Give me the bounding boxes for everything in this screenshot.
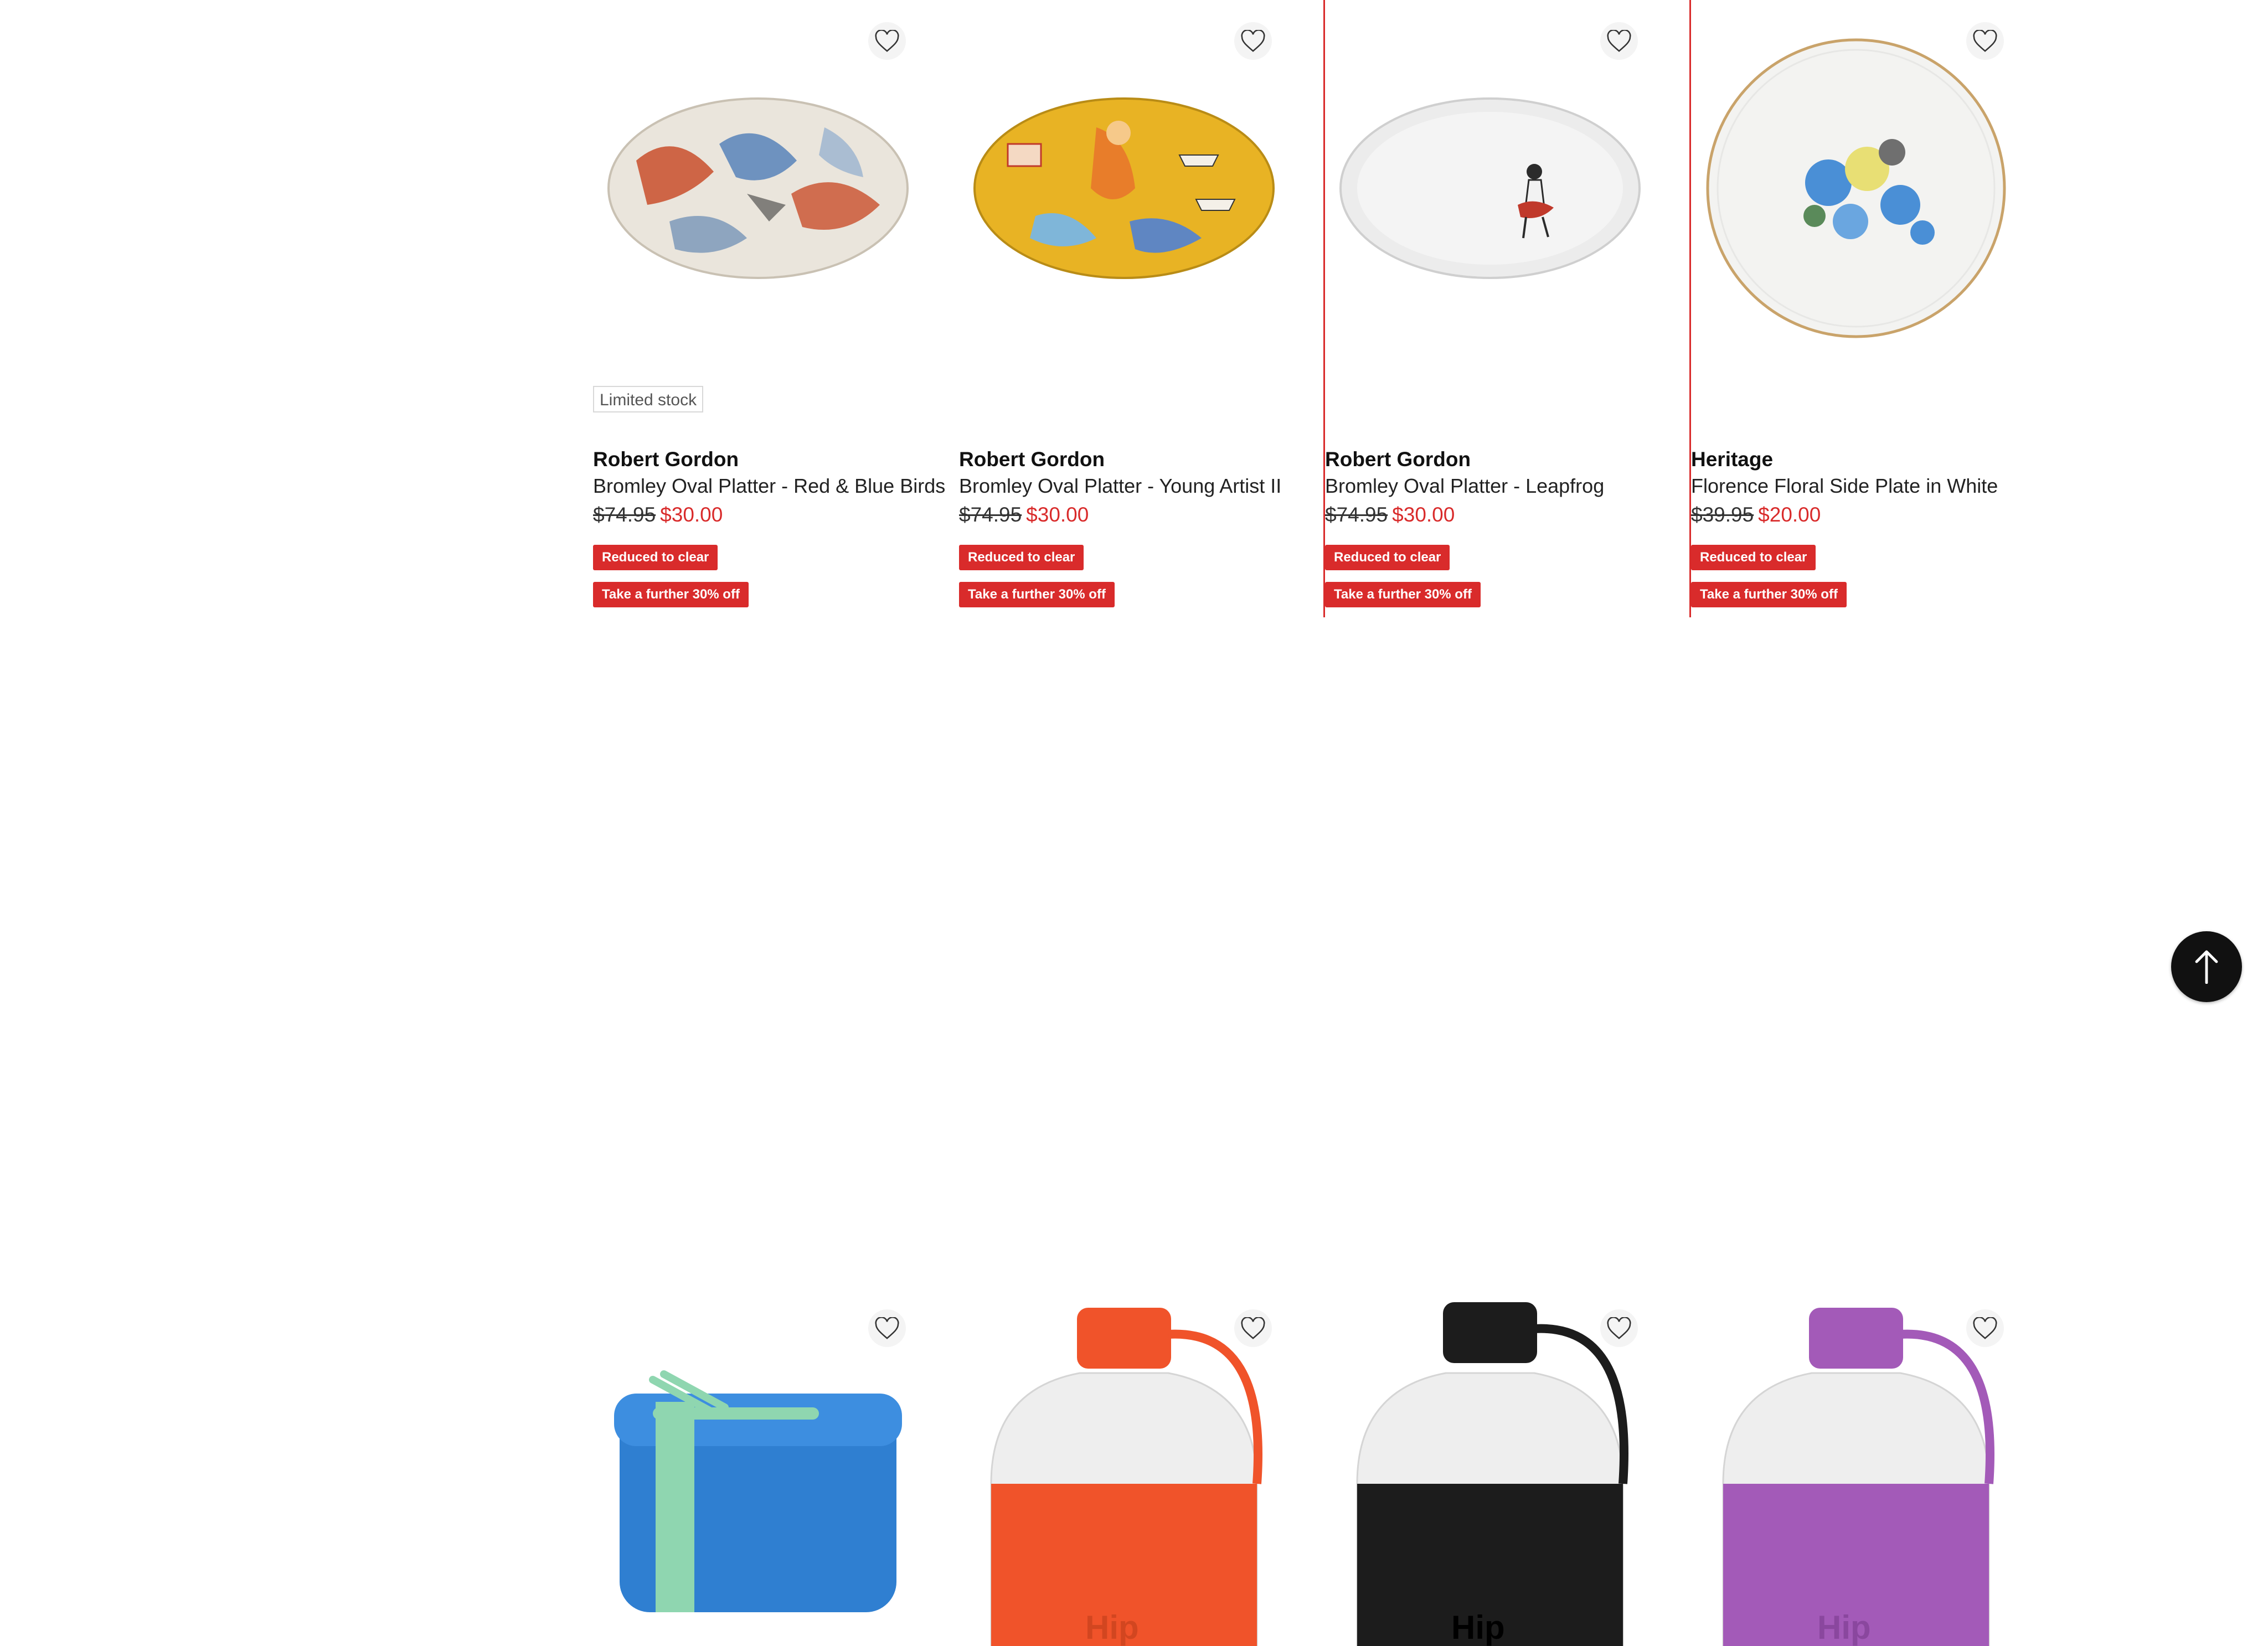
back-to-top-button[interactable] bbox=[2171, 931, 2242, 1002]
promo-tag: Take a further 30% off bbox=[1325, 582, 1481, 607]
product-name[interactable]: Bromley Oval Platter - Leapfrog bbox=[1325, 473, 1654, 499]
oval-platter-white-image bbox=[1339, 97, 1641, 279]
wishlist-button[interactable] bbox=[868, 1309, 906, 1347]
product-card[interactable]: Robert Gordon Bromley Oval Platter - You… bbox=[959, 0, 1288, 617]
product-info: Robert Gordon Bromley Oval Platter - Lea… bbox=[1325, 446, 1654, 530]
wishlist-button[interactable] bbox=[1600, 22, 1638, 60]
original-price: $39.95 bbox=[1691, 503, 1754, 526]
product-info: Robert Gordon Bromley Oval Platter - You… bbox=[959, 446, 1288, 530]
sale-price: $30.00 bbox=[1392, 503, 1455, 526]
original-price: $74.95 bbox=[593, 503, 656, 526]
product-prices: $74.95 $30.00 bbox=[959, 499, 1288, 530]
purple-bottle-image: Hip bbox=[1722, 1308, 1994, 1646]
promo-tag: Reduced to clear bbox=[959, 545, 1084, 570]
heart-outline-icon bbox=[1973, 30, 1997, 52]
product-image[interactable]: Hip bbox=[1325, 1301, 1654, 1646]
product-name[interactable]: Bromley Oval Platter - Red & Blue Birds bbox=[593, 473, 945, 499]
promo-tag: Reduced to clear bbox=[1691, 545, 1816, 570]
product-card[interactable]: Hip bbox=[1691, 617, 2020, 1646]
product-card[interactable] bbox=[593, 617, 922, 1612]
wishlist-button[interactable] bbox=[1966, 22, 2004, 60]
oval-platter-birds-image bbox=[607, 97, 909, 279]
product-info: Robert Gordon Bromley Oval Platter - Red… bbox=[593, 446, 945, 530]
orange-bottle-image: Hip bbox=[990, 1308, 1262, 1646]
blue-lunch-box-image bbox=[614, 1370, 902, 1612]
product-brand[interactable]: Heritage bbox=[1691, 446, 2020, 473]
product-image[interactable] bbox=[1325, 0, 1654, 376]
product-card[interactable]: Hip bbox=[959, 617, 1288, 1646]
heart-outline-icon bbox=[1607, 1317, 1631, 1339]
promo-tag: Take a further 30% off bbox=[593, 582, 749, 607]
heart-outline-icon bbox=[1241, 30, 1265, 52]
product-card[interactable]: Limited stock Robert Gordon Bromley Oval… bbox=[593, 0, 945, 617]
product-info: Heritage Florence Floral Side Plate in W… bbox=[1691, 446, 2020, 530]
heart-outline-icon bbox=[875, 1317, 899, 1339]
wishlist-button[interactable] bbox=[1234, 22, 1272, 60]
sale-price: $30.00 bbox=[1026, 503, 1089, 526]
heart-outline-icon bbox=[1973, 1317, 1997, 1339]
bottle-logo: Hip bbox=[1085, 1609, 1139, 1646]
wishlist-button[interactable] bbox=[1966, 1309, 2004, 1347]
product-image[interactable] bbox=[959, 0, 1288, 376]
stock-badge: Limited stock bbox=[593, 386, 704, 412]
floral-plate-image bbox=[1706, 38, 2006, 338]
arrow-up-icon bbox=[2195, 950, 2218, 984]
product-brand[interactable]: Robert Gordon bbox=[1325, 446, 1654, 473]
heart-outline-icon bbox=[1607, 30, 1631, 52]
product-grid: Limited stock Robert Gordon Bromley Oval… bbox=[593, 0, 2020, 1646]
product-image[interactable]: Hip bbox=[1691, 1301, 2020, 1646]
product-card[interactable]: Heritage Florence Floral Side Plate in W… bbox=[1691, 0, 2020, 617]
promo-tag: Reduced to clear bbox=[593, 545, 718, 570]
wishlist-button[interactable] bbox=[1600, 1309, 1638, 1347]
product-card[interactable]: Robert Gordon Bromley Oval Platter - Lea… bbox=[1323, 0, 1691, 617]
product-image[interactable] bbox=[593, 1301, 922, 1646]
product-image[interactable]: Hip bbox=[959, 1301, 1288, 1646]
wishlist-button[interactable] bbox=[868, 22, 906, 60]
heart-outline-icon bbox=[875, 30, 899, 52]
product-image[interactable] bbox=[593, 0, 922, 376]
product-image[interactable] bbox=[1691, 0, 2020, 376]
product-prices: $39.95 $20.00 bbox=[1691, 499, 2020, 530]
product-prices: $74.95 $30.00 bbox=[593, 499, 922, 530]
heart-outline-icon bbox=[1241, 1317, 1265, 1339]
original-price: $74.95 bbox=[959, 503, 1022, 526]
product-card[interactable]: Hip bbox=[1325, 617, 1654, 1646]
sale-price: $30.00 bbox=[660, 503, 723, 526]
oval-platter-yellow-image bbox=[973, 97, 1275, 279]
sale-price: $20.00 bbox=[1758, 503, 1821, 526]
original-price: $74.95 bbox=[1325, 503, 1388, 526]
black-bottle-image: Hip bbox=[1356, 1302, 1628, 1646]
promo-tag: Reduced to clear bbox=[1325, 545, 1450, 570]
product-brand[interactable]: Robert Gordon bbox=[959, 446, 1288, 473]
bottle-logo: Hip bbox=[1817, 1609, 1871, 1646]
bottle-logo: Hip bbox=[1451, 1609, 1505, 1646]
promo-tag: Take a further 30% off bbox=[959, 582, 1115, 607]
product-name[interactable]: Bromley Oval Platter - Young Artist II bbox=[959, 473, 1288, 499]
wishlist-button[interactable] bbox=[1234, 1309, 1272, 1347]
product-name[interactable]: Florence Floral Side Plate in White bbox=[1691, 473, 2020, 499]
promo-tag: Take a further 30% off bbox=[1691, 582, 1847, 607]
product-brand[interactable]: Robert Gordon bbox=[593, 446, 922, 473]
product-prices: $74.95 $30.00 bbox=[1325, 499, 1654, 530]
